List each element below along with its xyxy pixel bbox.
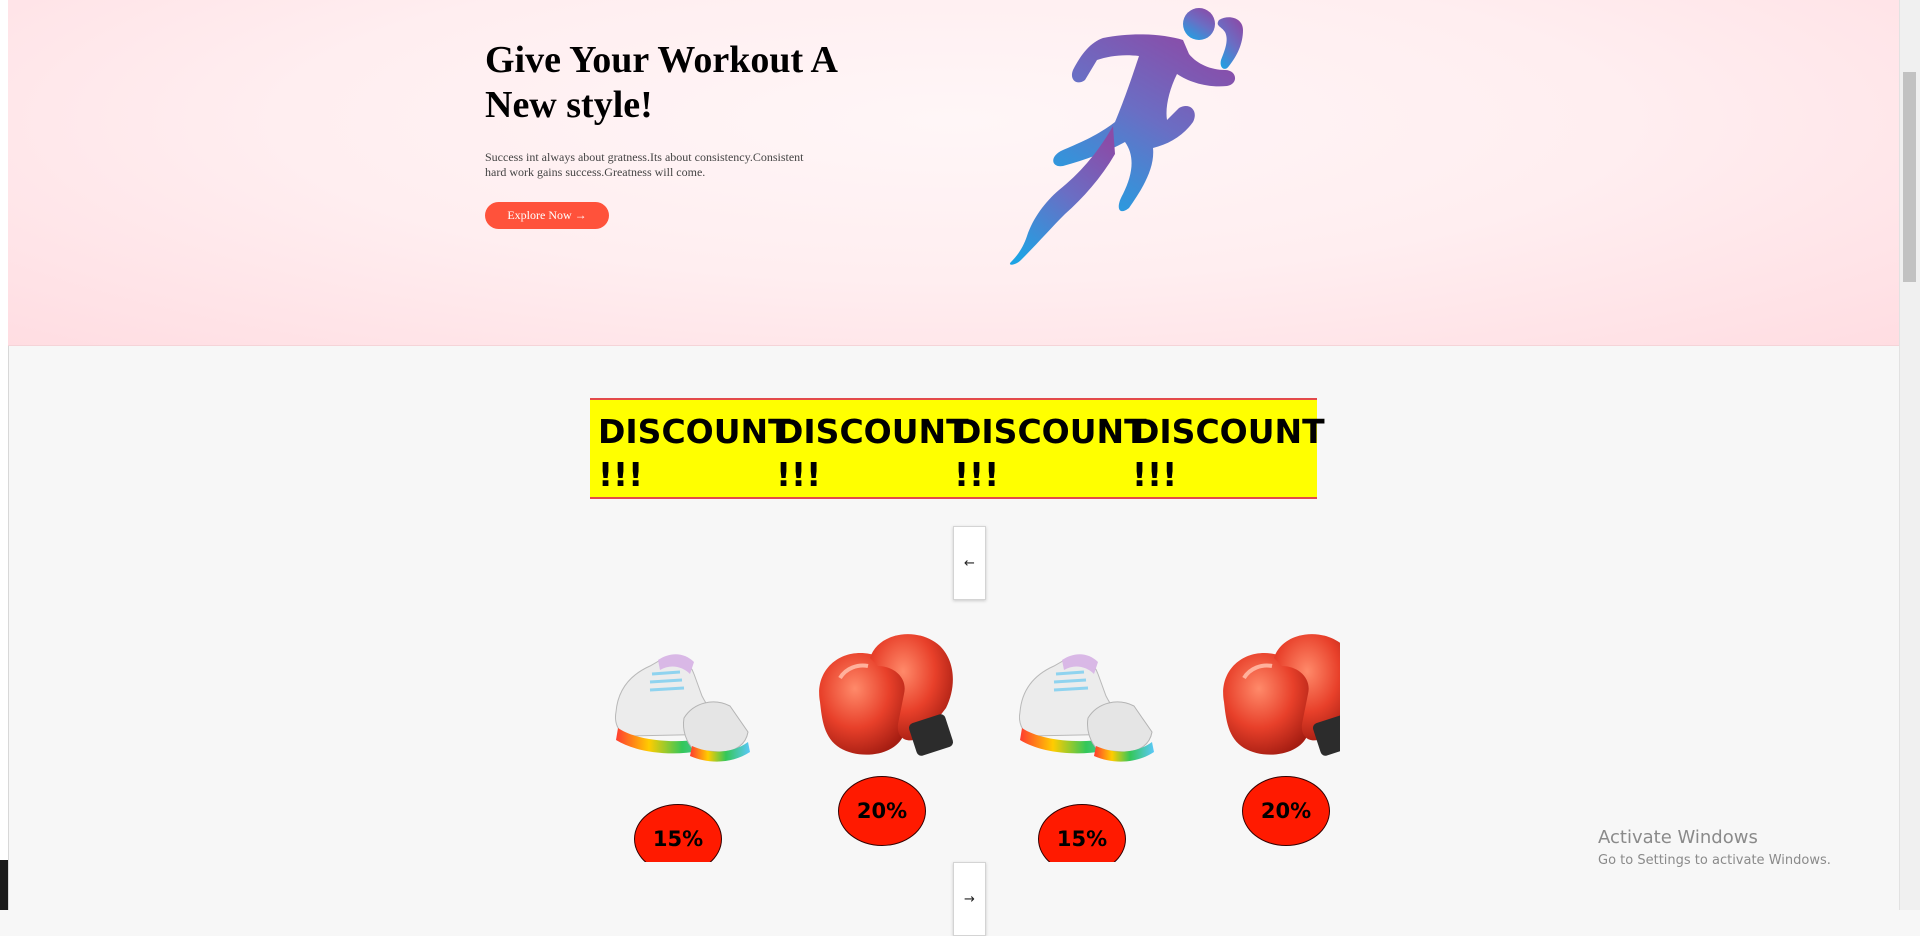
discount-badge: 15%: [634, 804, 722, 862]
activate-windows-watermark: Activate Windows Go to Settings to activ…: [1598, 826, 1831, 870]
carousel-next-button[interactable]: →: [953, 862, 986, 936]
arrow-right-icon: →: [964, 891, 975, 907]
carousel-prev-button[interactable]: ←: [953, 526, 986, 600]
discount-badge: 15%: [1038, 804, 1126, 862]
running-man-icon: [1009, 8, 1243, 265]
discount-text: DISCOUNT !!!: [598, 412, 791, 494]
hero-subtitle: Success int always about gratness.Its ab…: [485, 150, 804, 179]
running-shoes-icon: [1019, 654, 1154, 762]
running-shoes-icon: [615, 654, 750, 762]
watermark-title: Activate Windows: [1598, 827, 1758, 848]
hero-title: Give Your Workout A New style!: [485, 39, 836, 126]
discount-text: DISCOUNT !!!: [776, 412, 969, 494]
product-card-gloves[interactable]: 20%: [1196, 612, 1340, 862]
product-carousel: 15% 20% 15% 20%: [590, 612, 1340, 862]
explore-now-button[interactable]: Explore Now →: [485, 202, 609, 229]
hero-section: Give Your Workout A New style! Success i…: [8, 0, 1899, 346]
boxing-gloves-icon: [819, 634, 954, 756]
watermark-subtitle: Go to Settings to activate Windows.: [1598, 853, 1831, 868]
arrow-left-icon: ←: [964, 555, 975, 571]
discount-text: DISCOUNT !!!: [1132, 412, 1325, 494]
window-left-edge-dark: [0, 860, 8, 910]
discount-banner: DISCOUNT !!! DISCOUNT !!! DISCOUNT !!! D…: [590, 398, 1325, 499]
discount-badge: 20%: [838, 776, 926, 846]
product-card-shoes[interactable]: 15%: [590, 612, 770, 862]
product-card-gloves[interactable]: 20%: [792, 612, 972, 862]
product-card-shoes[interactable]: 15%: [994, 612, 1174, 862]
scrollbar-thumb[interactable]: [1903, 72, 1916, 282]
boxing-gloves-icon: [1223, 634, 1340, 756]
discount-text: DISCOUNT !!!: [954, 412, 1147, 494]
discount-badge: 20%: [1242, 776, 1330, 846]
